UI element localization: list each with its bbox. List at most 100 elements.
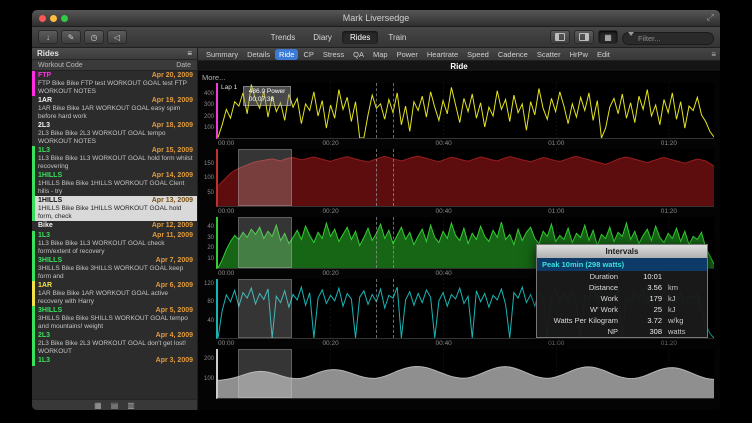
traffic-lights xyxy=(39,15,68,22)
chart-title-bar: Ride xyxy=(198,61,720,72)
column-date[interactable]: Date xyxy=(176,62,191,69)
workout-date: Apr 15, 2009 xyxy=(152,147,193,155)
y-axis-speed: 40302010 xyxy=(198,217,216,269)
more-link[interactable]: More... xyxy=(198,72,720,83)
titlebar[interactable]: Mark Liversedge ⤢ xyxy=(32,10,720,27)
workout-code: 1L3 xyxy=(38,357,50,365)
workout-row[interactable]: 2L3Apr 18, 20092L3 Bike Bike 2L3 WORKOUT… xyxy=(32,121,197,146)
intervals-selected-row[interactable]: Peak 10min (298 watts) xyxy=(537,258,707,271)
tab-cp[interactable]: CP xyxy=(299,49,317,60)
x-axis-power: 00:0000:2000:4001:0001:20 xyxy=(198,139,720,149)
tab-summary[interactable]: Summary xyxy=(202,49,242,60)
tab-hrpw[interactable]: HrPw xyxy=(566,49,592,60)
tab-qa[interactable]: QA xyxy=(349,49,368,60)
intervals-panel: Intervals Peak 10min (298 watts) Duratio… xyxy=(536,244,708,338)
tab-details[interactable]: Details xyxy=(243,49,274,60)
sidebar-column-headers[interactable]: Workout Code Date xyxy=(32,60,197,71)
workout-row[interactable]: 1HILLSApr 14, 20091HILLS Bike Bike 1HILL… xyxy=(32,171,197,196)
minimize-window-button[interactable] xyxy=(50,15,57,22)
grid-icon: ▦ xyxy=(604,33,612,42)
toolbar-right-buttons: ▦ xyxy=(550,28,714,46)
interval-stat-row: Duration10:01 xyxy=(537,271,707,282)
hover-tooltip: 486.0 Power00:07:38 xyxy=(243,86,292,106)
workout-code: 3HILLS xyxy=(38,257,62,265)
workout-code: 1L3 xyxy=(38,147,50,155)
workout-date: Apr 11, 2009 xyxy=(152,232,193,240)
view-tab-diary[interactable]: Diary xyxy=(305,31,340,44)
workout-description: 1HILLS Bike Bike 1HILLS WORKOUT GOAL Cle… xyxy=(38,180,193,195)
y-axis-cadence: 1208040 xyxy=(198,279,216,339)
view-tab-rides[interactable]: Rides xyxy=(342,31,378,44)
tab-bar-menu-icon[interactable]: ≡ xyxy=(711,50,716,59)
fullscreen-icon[interactable]: ⤢ xyxy=(707,12,714,23)
filter-field-wrap xyxy=(622,28,714,46)
workout-row[interactable]: 3HILLS Apr 7, 20093HILLS Bike Bike 3HILLS… xyxy=(32,256,197,281)
workout-description: 2L3 Bike Bike 2L3 WORKOUT GOAL don't get… xyxy=(38,340,193,355)
audio-button[interactable]: ◁ xyxy=(107,30,127,44)
workout-row[interactable]: 1ARApr 6, 20091AR Bike Bike 1AR WORKOUT … xyxy=(32,281,197,306)
tile-view-button[interactable] xyxy=(550,30,570,44)
view-tab-trends[interactable]: Trends xyxy=(263,31,304,44)
zoom-window-button[interactable] xyxy=(61,15,68,22)
clock-icon: ◷ xyxy=(91,33,98,42)
chart-heartrate: 15010050 xyxy=(198,149,720,207)
main-area: SummaryDetailsRideCPStressQAMapPowerHear… xyxy=(198,48,720,410)
view-tab-train[interactable]: Train xyxy=(380,31,414,44)
tab-speed[interactable]: Speed xyxy=(463,49,493,60)
tab-heartrate[interactable]: Heartrate xyxy=(423,49,462,60)
plot-altitude[interactable] xyxy=(216,349,714,399)
sidebar-toggle-button[interactable] xyxy=(574,30,594,44)
import-activity-button[interactable]: ↓ xyxy=(38,30,58,44)
workout-code: 1HILLS xyxy=(38,197,62,205)
chart-icon[interactable]: ▥ xyxy=(127,401,135,410)
workout-row[interactable]: FTPApr 20, 2009FTP Bike Bike FTP test WO… xyxy=(32,71,197,96)
workout-row[interactable]: 1HILLSApr 13, 20091HILLS Bike Bike 1HILL… xyxy=(32,196,197,221)
filter-input[interactable] xyxy=(622,32,714,45)
selection-band[interactable] xyxy=(238,279,293,338)
workout-row[interactable]: 3HILLSApr 5, 20093HILLS Bike Bike SHILLS… xyxy=(32,306,197,331)
workout-row[interactable]: 1L3Apr 11, 20091L3 Bike Bike 1L3 WORKOUT… xyxy=(32,231,197,256)
plot-power[interactable]: Lap 1486.0 Power00:07:38 xyxy=(216,83,714,139)
workout-row[interactable]: BikeApr 12, 2009 xyxy=(32,221,197,231)
workout-date: Apr 7, 2009 xyxy=(156,257,193,265)
manual-activity-button[interactable]: ✎ xyxy=(61,30,81,44)
workout-row[interactable]: 1L3 Apr 3, 2009 xyxy=(32,356,197,366)
sidebar-menu-icon[interactable]: ≡ xyxy=(187,49,192,58)
workout-row[interactable]: 2L3Apr 4, 20092L3 Bike Bike 2L3 WORKOUT … xyxy=(32,331,197,356)
sidebar: Rides ≡ Workout Code Date FTPApr 20, 200… xyxy=(32,48,198,410)
workout-description: 3HILLS Bike Bike 3HILLS WORKOUT GOAL kee… xyxy=(38,265,193,280)
workout-row[interactable]: 1L3Apr 15, 20091L3 Bike Bike 1L3 WORKOUT… xyxy=(32,146,197,171)
selection-band[interactable] xyxy=(238,149,293,206)
workout-date: Apr 19, 2009 xyxy=(152,97,193,105)
app-window: Mark Liversedge ⤢ ↓✎ ◷ ◁ TrendsDiaryRidesT… xyxy=(32,10,720,410)
plot-heartrate[interactable] xyxy=(216,149,714,207)
view-menu-button[interactable]: ▦ xyxy=(598,30,618,44)
workout-code: 2L3 xyxy=(38,332,50,340)
diary-icon[interactable]: ▤ xyxy=(111,401,119,410)
tab-power[interactable]: Power xyxy=(393,49,422,60)
workout-code: 3HILLS xyxy=(38,307,62,315)
tab-cadence[interactable]: Cadence xyxy=(494,49,532,60)
tab-map[interactable]: Map xyxy=(369,49,392,60)
tab-ride[interactable]: Ride xyxy=(275,49,298,60)
close-window-button[interactable] xyxy=(39,15,46,22)
selection-band[interactable] xyxy=(238,349,293,398)
workout-code: Bike xyxy=(38,222,53,230)
workout-code: 1L3 xyxy=(38,232,50,240)
workout-code: 2L3 xyxy=(38,122,50,130)
tab-scatter[interactable]: Scatter xyxy=(533,49,565,60)
workout-code: 1HILLS xyxy=(38,172,62,180)
grid-icon[interactable]: ▦ xyxy=(94,401,102,410)
selection-band[interactable] xyxy=(238,217,293,268)
filter-funnel-icon xyxy=(628,32,634,36)
workout-description: 2L3 Bike Bike 2L3 WORKOUT GOAL tempo WOR… xyxy=(38,130,193,145)
interval-marker xyxy=(393,279,394,338)
tab-edit[interactable]: Edit xyxy=(593,49,614,60)
workout-row[interactable]: 1ARApr 19, 20091AR Bike Bike 1AR WORKOUT… xyxy=(32,96,197,121)
tab-stress[interactable]: Stress xyxy=(319,49,348,60)
workout-date: Apr 3, 2009 xyxy=(156,357,193,365)
intervals-title: Intervals xyxy=(537,245,707,258)
column-workout-code[interactable]: Workout Code xyxy=(38,62,83,69)
schedule-button[interactable]: ◷ xyxy=(84,30,104,44)
interval-marker xyxy=(376,83,377,138)
